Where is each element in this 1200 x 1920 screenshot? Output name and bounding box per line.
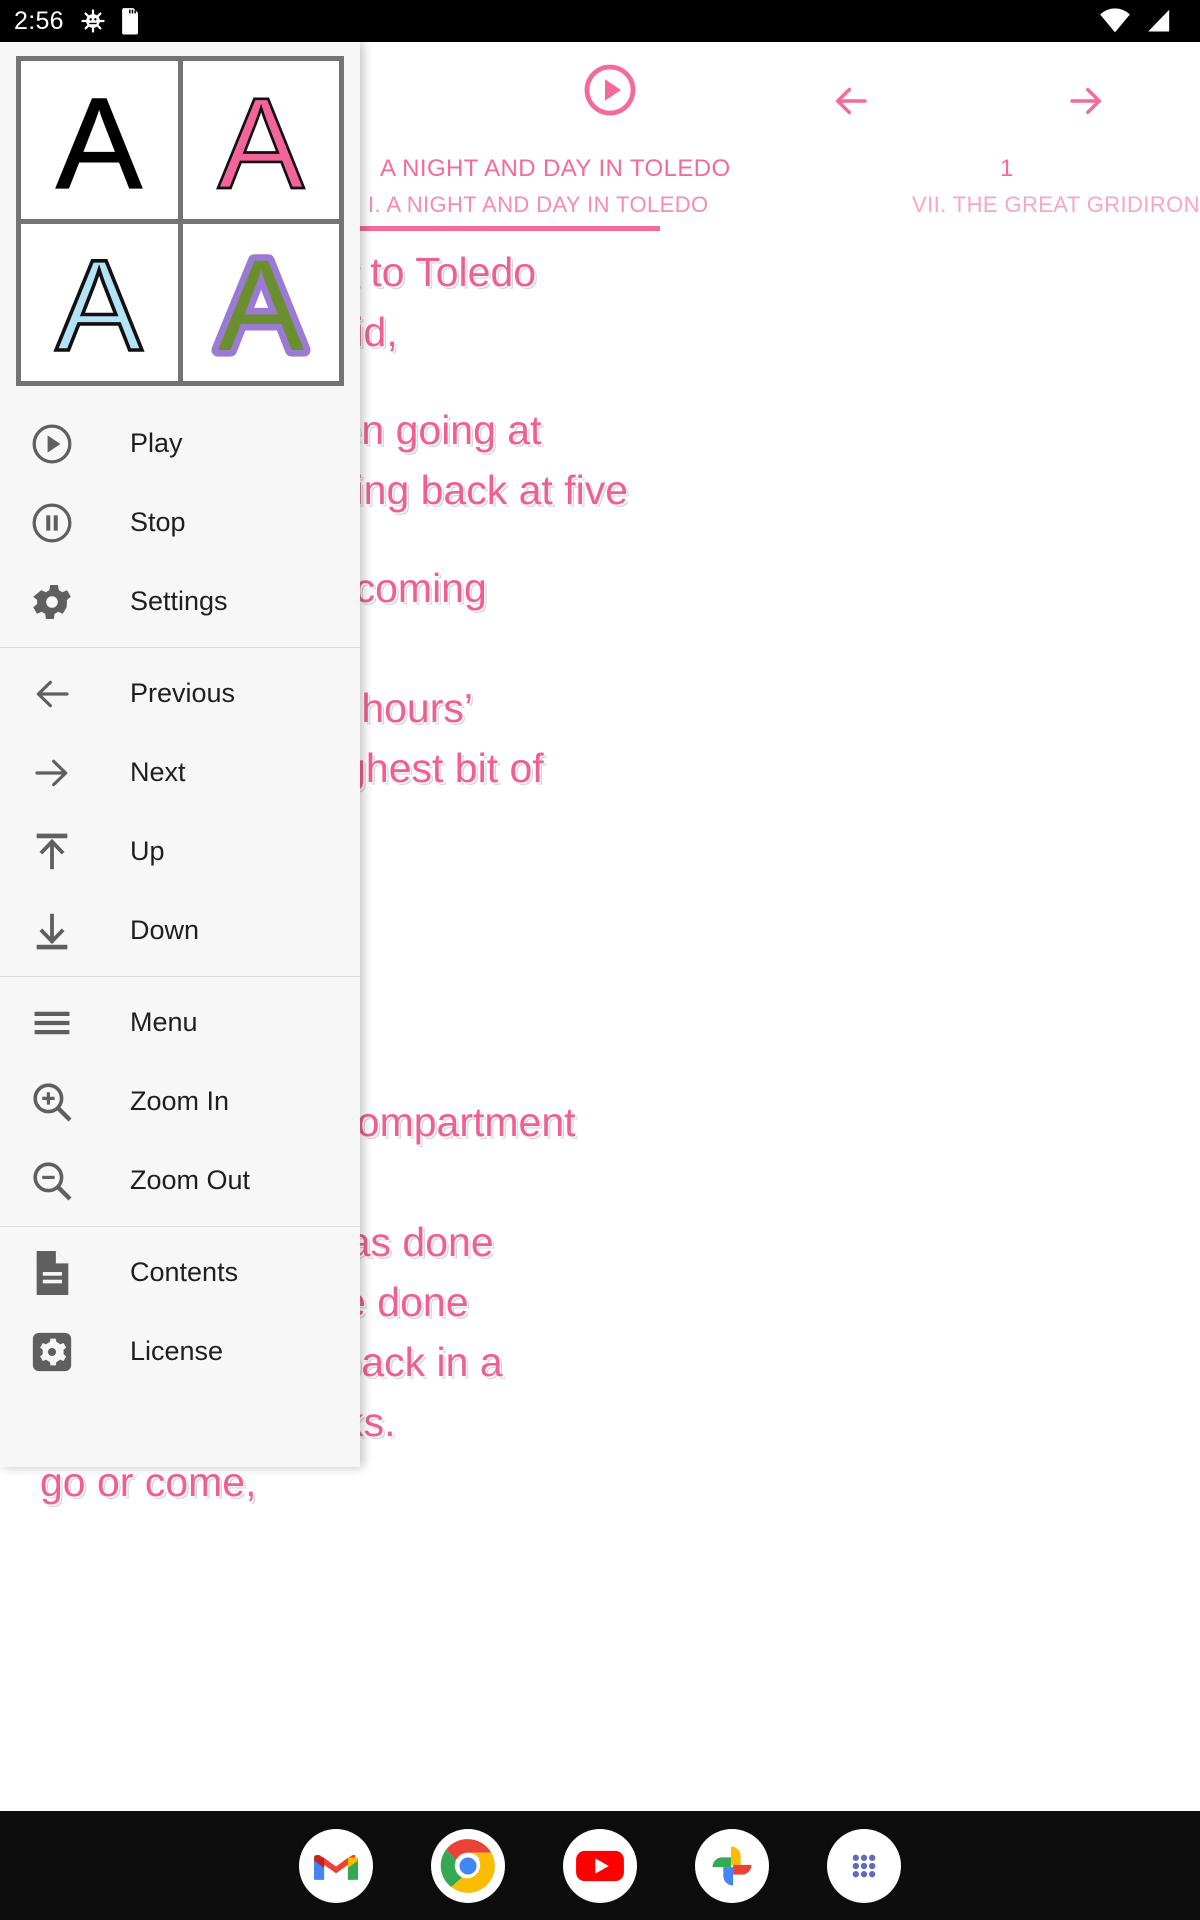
letter-a-black-icon: A [55,71,143,215]
svg-text:A: A [218,72,305,215]
drawer-item-label: Next [130,757,186,787]
arrow-up-to-line-icon [24,829,80,875]
status-bar: 2:56 [0,0,1200,42]
drawer-item-menu[interactable]: Menu [0,983,360,1062]
photos-app-icon[interactable] [695,1828,769,1903]
drawer-item-label: Zoom In [130,1086,230,1116]
app-drawer-icon[interactable] [827,1828,901,1903]
drawer-item-play[interactable]: Play [0,404,360,483]
magnifier-plus-icon [24,1078,80,1126]
wifi-icon [1100,8,1130,33]
drawer-item-label: License [130,1336,224,1366]
drawer-item-label: Contents [130,1257,239,1287]
drawer-item-up[interactable]: Up [0,812,360,891]
drawer-item-label: Down [130,915,200,945]
arrow-right-icon [1070,87,1102,115]
drawer-item-label: Previous [130,678,236,708]
drawer-item-license[interactable]: License [0,1312,360,1391]
svg-text:A: A [218,234,305,377]
arrow-right-icon [24,753,80,793]
play-circle-icon [584,64,636,116]
next-button[interactable] [1060,80,1112,127]
chrome-app-icon[interactable] [431,1828,505,1903]
drawer-item-label: Play [130,428,183,458]
drawer-item-label: Up [130,836,165,866]
arrow-left-icon [24,674,80,714]
chapter-title: A NIGHT AND DAY IN TOLEDO [380,155,731,182]
previous-button[interactable] [825,80,877,127]
bottom-dock[interactable] [0,1811,1200,1920]
font-style-preview-grid[interactable]: A A A A [16,56,344,386]
document-icon [24,1248,80,1298]
play-button[interactable] [580,60,640,125]
tab-current-chapter[interactable]: I. A NIGHT AND DAY IN TOLEDO [368,192,709,218]
arrow-down-to-line-icon [24,908,80,954]
svg-text:A: A [56,72,143,215]
font-style-cell-pink-outlined[interactable]: A [182,61,339,219]
drawer-divider [0,647,360,648]
android-debug-icon [81,9,105,33]
sd-card-icon [121,8,138,35]
letter-a-pink-icon: A [216,70,306,215]
hamburger-menu-icon [24,1001,80,1045]
letter-a-lightblue-icon: A [54,232,145,377]
play-circle-icon [24,421,80,467]
svg-text:A: A [56,234,143,377]
tab-next-chapter[interactable]: VII. THE GREAT GRIDIRON O [912,192,1200,218]
drawer-item-stop[interactable]: Stop [0,483,360,562]
drawer-item-label: Stop [130,507,186,537]
drawer-menu-list[interactable]: Play Stop Settings Previous Next Up Down Menu Zo… [0,394,360,1391]
tab-active-indicator [360,226,660,231]
drawer-item-settings[interactable]: Settings [0,562,360,641]
font-style-cell-plain-black[interactable]: A [21,61,178,219]
drawer-item-down[interactable]: Down [0,891,360,970]
cellular-signal-icon [1148,9,1170,32]
drawer-item-previous[interactable]: Previous [0,654,360,733]
letter-a-green-purple-icon: A [211,228,311,378]
drawer-item-label: Zoom Out [130,1165,251,1195]
drawer-item-next[interactable]: Next [0,733,360,812]
drawer-item-label: Menu [130,1007,198,1037]
gmail-app-icon[interactable] [299,1828,373,1903]
font-style-cell-green-purple-glow[interactable]: A [182,223,339,381]
drawer-header: A A A A [0,42,360,394]
navigation-drawer[interactable]: A A A A Play Stop Settings Previous Next Up Do… [0,42,360,1467]
drawer-item-zoom-in[interactable]: Zoom In [0,1062,360,1141]
drawer-item-label: Settings [130,586,228,616]
magnifier-minus-icon [24,1157,80,1205]
gear-square-icon [24,1329,80,1375]
drawer-item-contents[interactable]: Contents [0,1233,360,1312]
arrow-left-icon [835,87,867,115]
drawer-divider [0,976,360,977]
status-time: 2:56 [14,6,64,35]
gear-icon [24,578,80,626]
drawer-item-zoom-out[interactable]: Zoom Out [0,1141,360,1220]
font-style-cell-lightblue-outlined[interactable]: A [21,223,178,381]
pause-circle-icon [24,500,80,546]
page-number: 1 [1000,155,1014,182]
drawer-divider [0,1226,360,1227]
youtube-app-icon[interactable] [563,1828,637,1903]
